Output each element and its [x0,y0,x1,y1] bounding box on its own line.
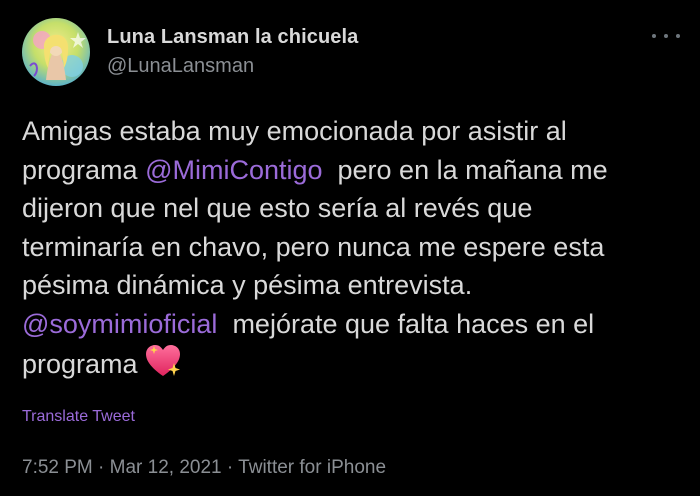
tweet-text: mejórate que falta haces en el [217,308,595,339]
tweet-text: programa [22,349,138,379]
tweet-date[interactable]: Mar 12, 2021 [110,457,222,478]
tweet-line: programa [22,343,682,390]
meta-separator: · [92,457,110,478]
tweet-line: terminaría en chavo, pero nunca me esper… [22,228,682,267]
profile-avatar[interactable] [22,18,90,86]
tweet-text: pésima dinámica y pésima entrevista. [22,270,473,300]
tweet-card: Luna Lansman la chicuela @LunaLansman Am… [0,0,700,496]
tweet-line: pésima dinámica y pésima entrevista. [22,266,682,305]
tweet-line: dijeron que nel que esto sería al revés … [22,189,682,228]
tweet-line: @soymimioficial mejórate que falta haces… [22,305,682,344]
tweet-line: Amigas estaba muy emocionada por asistir… [22,112,682,151]
tweet-source[interactable]: Twitter for iPhone [238,457,386,478]
sparkling-heart-emoji [144,343,182,390]
mention-link[interactable]: @soymimioficial [22,309,217,339]
more-horizontal-icon[interactable] [652,24,680,48]
author-display-name[interactable]: Luna Lansman la chicuela [107,26,358,49]
tweet-text: terminaría en chavo, pero nunca me esper… [22,231,605,262]
author-handle[interactable]: @LunaLansman [107,55,254,78]
mention-link[interactable]: @MimiContigo [145,155,322,185]
tweet-text: pero en la mañana me [322,154,608,185]
tweet-text: dijeron que nel que esto sería al revés … [22,193,533,223]
tweet-time[interactable]: 7:52 PM [22,457,93,478]
tweet-meta: 7:52 PM · Mar 12, 2021 · Twitter for iPh… [22,457,386,479]
translate-tweet-link[interactable]: Translate Tweet [22,408,135,426]
tweet-body: Amigas estaba muy emocionada por asistir… [22,112,682,390]
tweet-text: Amigas estaba muy emocionada por asistir… [22,116,567,146]
tweet-text: programa [22,154,146,185]
tweet-line: programa @MimiContigo pero en la mañana … [22,151,682,190]
meta-separator: · [221,457,239,478]
